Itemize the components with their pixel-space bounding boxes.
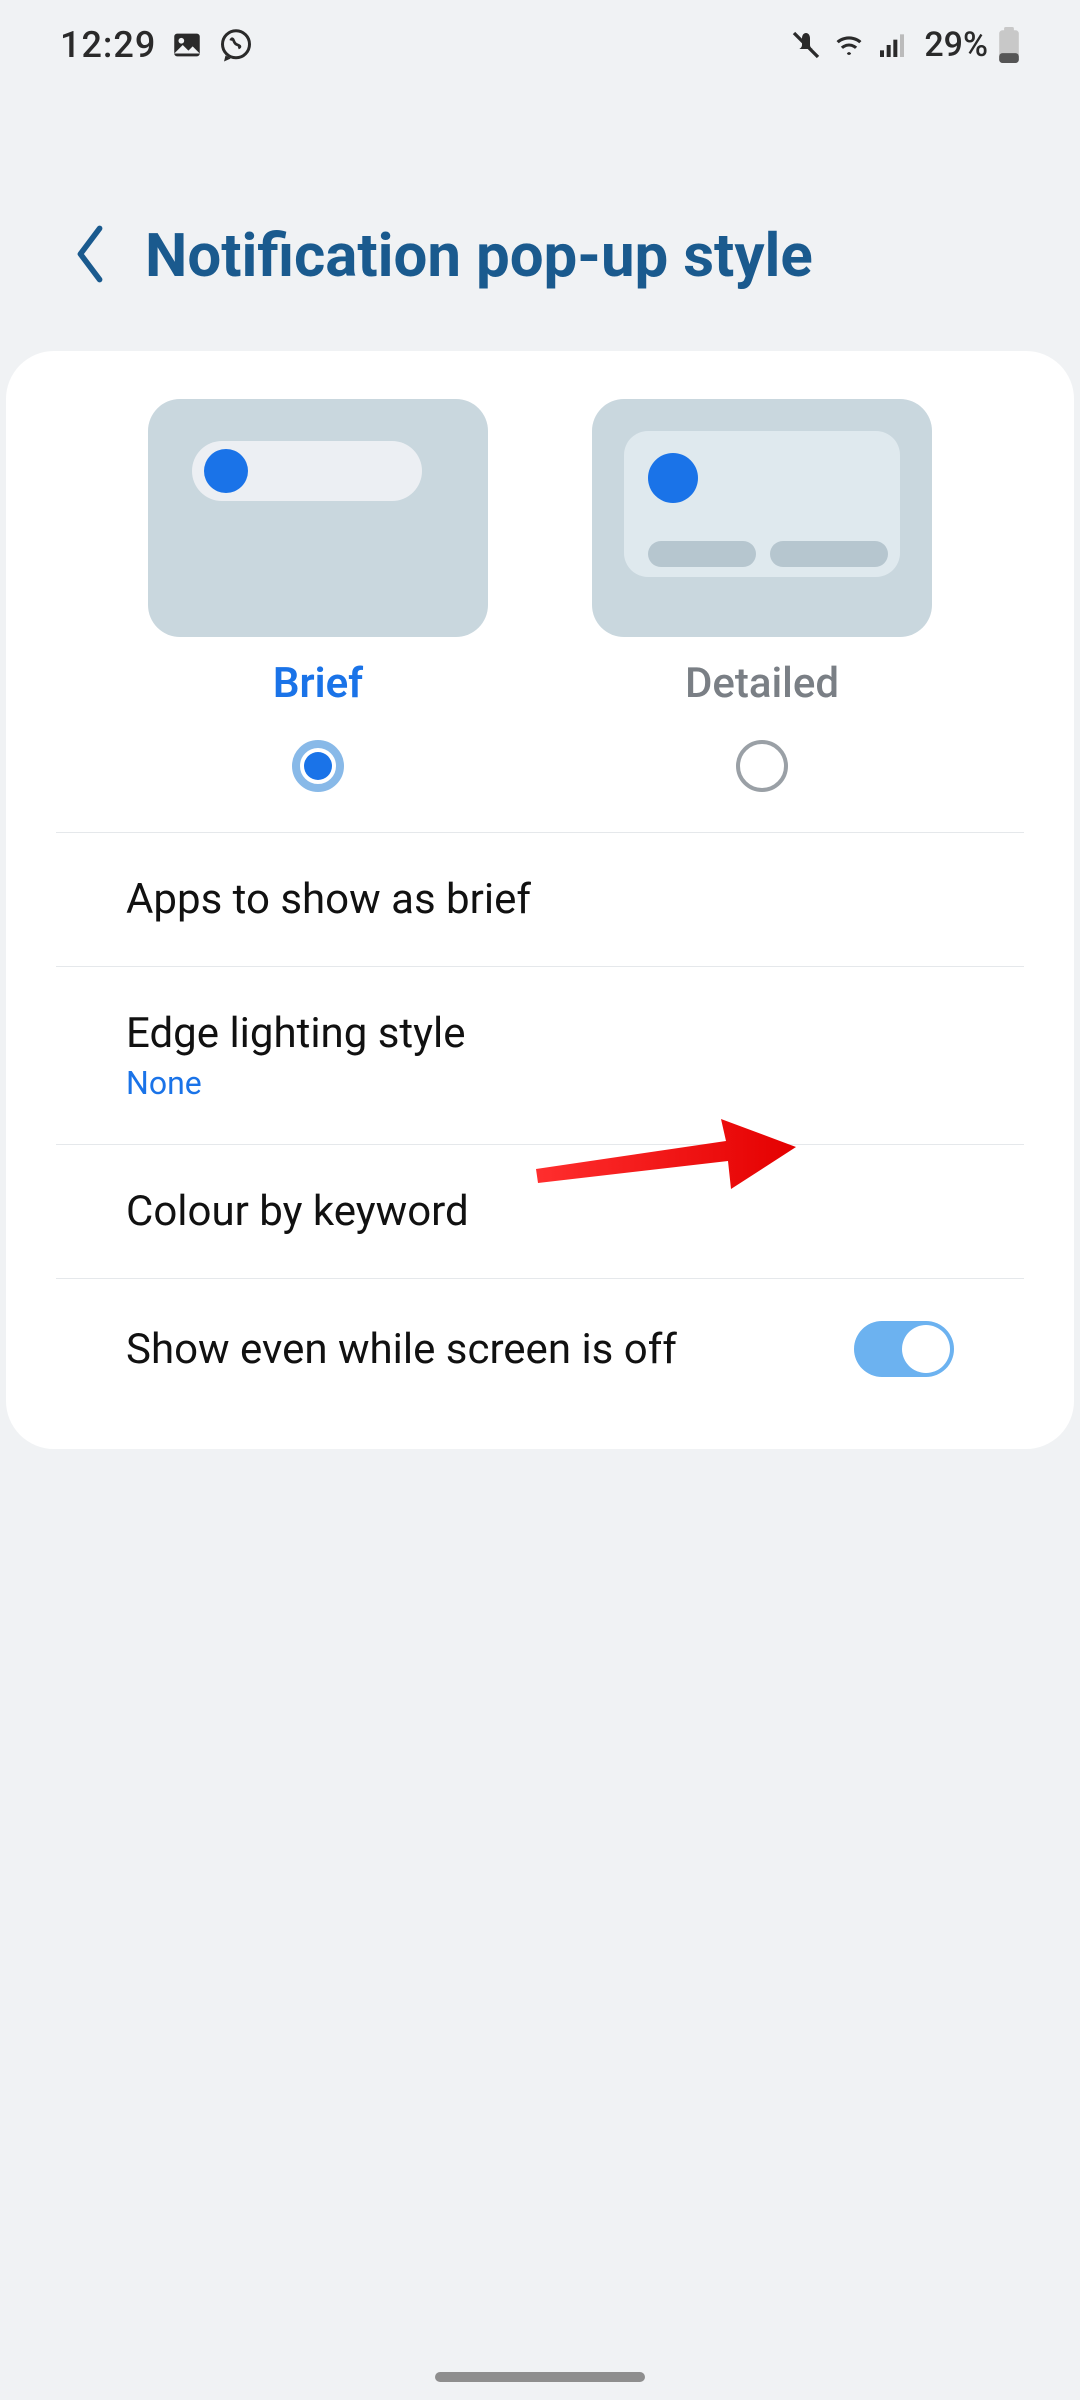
setting-apps-brief[interactable]: Apps to show as brief <box>56 833 1024 967</box>
status-left: 12:29 <box>60 24 254 66</box>
setting-show-screen-off[interactable]: Show even while screen is off <box>56 1279 1024 1419</box>
show-screen-off-toggle[interactable] <box>854 1321 954 1377</box>
whatsapp-icon <box>218 27 254 63</box>
signal-icon <box>876 29 908 61</box>
battery-percent: 29% <box>924 25 988 65</box>
detailed-radio[interactable] <box>736 740 788 792</box>
battery-icon <box>998 27 1020 63</box>
brief-radio[interactable] <box>292 740 344 792</box>
style-option-brief[interactable]: Brief <box>148 399 488 802</box>
detailed-preview <box>592 399 932 637</box>
status-time: 12:29 <box>60 24 156 66</box>
style-option-detailed[interactable]: Detailed <box>592 399 932 802</box>
detailed-label: Detailed <box>685 659 839 708</box>
page-title: Notification pop-up style <box>145 220 813 291</box>
home-indicator[interactable] <box>435 2372 645 2382</box>
setting-title: Edge lighting style <box>126 1009 466 1058</box>
setting-edge-lighting[interactable]: Edge lighting style None <box>56 967 1024 1145</box>
brief-label: Brief <box>273 659 363 708</box>
wifi-icon <box>832 28 866 62</box>
setting-title: Show even while screen is off <box>126 1325 677 1374</box>
brief-preview <box>148 399 488 637</box>
setting-title: Apps to show as brief <box>126 875 531 924</box>
header: Notification pop-up style <box>0 90 1080 351</box>
popup-style-picker: Brief Detailed <box>56 399 1024 833</box>
settings-list: Apps to show as brief Edge lighting styl… <box>6 833 1074 1419</box>
setting-title: Colour by keyword <box>126 1187 469 1236</box>
status-bar: 12:29 29% <box>0 0 1080 90</box>
settings-card: Brief Detailed <box>6 351 1074 1449</box>
status-right: 29% <box>790 25 1020 65</box>
setting-colour-keyword[interactable]: Colour by keyword <box>56 1145 1024 1279</box>
picture-icon <box>170 28 204 62</box>
setting-value: None <box>126 1064 466 1102</box>
mute-icon <box>790 29 822 61</box>
back-icon[interactable] <box>70 222 110 290</box>
